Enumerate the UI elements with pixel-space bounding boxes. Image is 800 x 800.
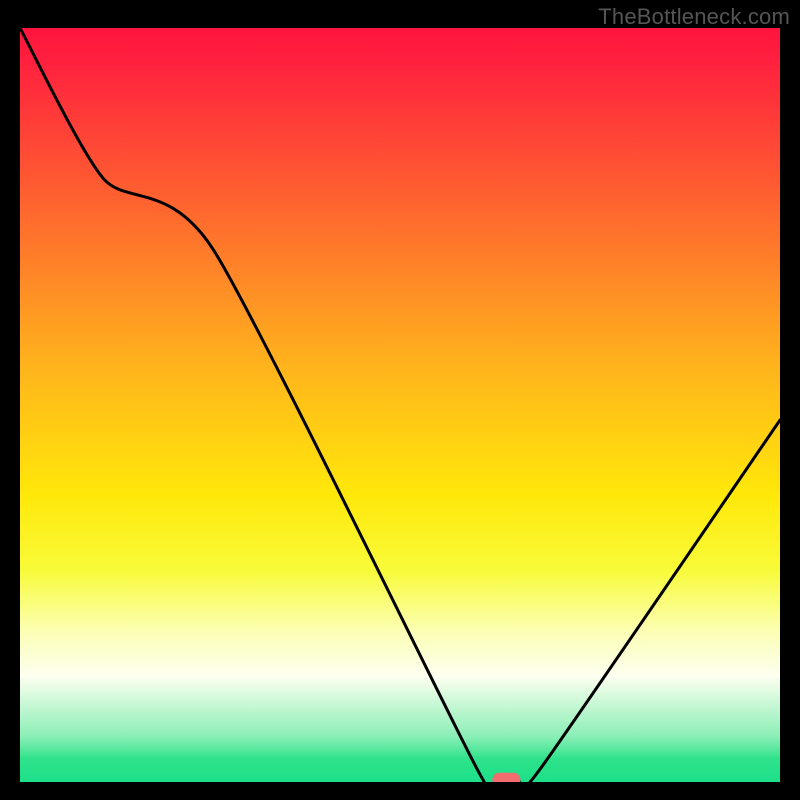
chart-svg xyxy=(20,28,780,782)
watermark-label: TheBottleneck.com xyxy=(598,4,790,30)
chart-frame: TheBottleneck.com xyxy=(0,0,800,800)
plot-area xyxy=(20,28,780,782)
gradient-rect xyxy=(20,28,780,782)
optimal-marker xyxy=(492,773,520,782)
